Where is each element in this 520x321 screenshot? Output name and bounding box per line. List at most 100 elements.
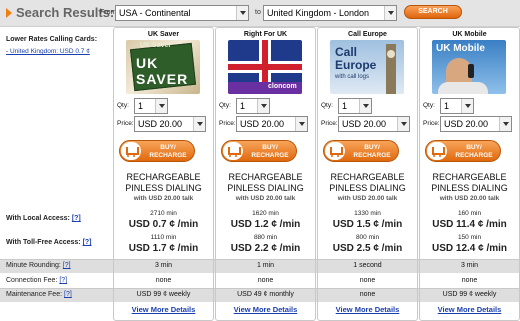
cart-icon [325, 142, 345, 160]
qty-select[interactable]: 1 [338, 98, 372, 114]
card-desc-line2: PINLESS DIALING [431, 183, 508, 193]
view-more-details-link[interactable]: View More Details [419, 305, 520, 314]
card-image-uk-saver[interactable]: UK Saver UK SAVER [126, 40, 200, 94]
person-shirt-shape [438, 82, 488, 94]
buy-recharge-button[interactable]: BUY/ RECHARGE [119, 140, 195, 162]
rounding-value: 1 min [256, 262, 275, 269]
card-title: Right For UK [243, 31, 288, 38]
buy-recharge-button[interactable]: BUY/ RECHARGE [425, 140, 501, 162]
card-desc-line1: RECHARGEABLE [330, 172, 405, 182]
card-image-right-for-uk[interactable]: cloncom [228, 40, 302, 94]
card-desc: RECHARGEABLE PINLESS DIALING [215, 172, 316, 194]
chevron-down-icon[interactable] [193, 117, 205, 131]
tollfree-rate: USD 1.7 ¢ /min [128, 243, 199, 254]
price-select[interactable]: USD 20.00 [338, 116, 410, 132]
chevron-down-icon[interactable] [384, 6, 396, 20]
price-label: Price: [423, 120, 440, 127]
card-title: UK Saver [147, 31, 180, 38]
card-desc-line1: RECHARGEABLE [228, 172, 303, 182]
talk-amount: with USD 20.00 talk [235, 195, 296, 202]
from-label: From [100, 9, 117, 16]
chevron-down-icon[interactable] [499, 117, 511, 131]
chevron-down-icon[interactable] [257, 99, 269, 113]
from-select[interactable]: USA - Continental [115, 5, 249, 21]
rounding-help[interactable]: [?] [63, 262, 71, 269]
local-minutes: 1620 min [252, 210, 279, 217]
tollfree-access-label: With Toll-Free Access: [?] [6, 239, 92, 246]
card-desc: RECHARGEABLE PINLESS DIALING [113, 172, 214, 194]
to-label: to [255, 9, 261, 16]
price-value: USD 20.00 [240, 119, 285, 129]
qty-label: Qty: [117, 102, 129, 109]
arrow-icon [6, 8, 12, 18]
qty-select[interactable]: 1 [236, 98, 270, 114]
view-more-details-link[interactable]: View More Details [215, 305, 316, 314]
rounding-value: 1 second [353, 262, 382, 269]
qty-value: 1 [342, 101, 348, 111]
tollfree-minutes: 880 min [253, 234, 278, 241]
qty-select[interactable]: 1 [440, 98, 474, 114]
buy-recharge-button[interactable]: BUY/ RECHARGE [221, 140, 297, 162]
buy-recharge-label: BUY/ RECHARGE [353, 144, 391, 159]
connection-value: none [461, 277, 478, 284]
chevron-down-icon[interactable] [359, 99, 371, 113]
talk-amount: with USD 20.00 talk [439, 195, 500, 202]
price-select[interactable]: USD 20.00 [440, 116, 512, 132]
cart-icon [427, 142, 447, 160]
maintenance-value: none [359, 291, 376, 298]
tollfree-access-text: With Toll-Free Access: [6, 239, 81, 246]
buy-recharge-label: BUY/ RECHARGE [251, 144, 289, 159]
card-image-text: UK Mobile [436, 43, 485, 54]
maintenance-help[interactable]: [?] [64, 291, 72, 298]
connection-value: none [359, 277, 376, 284]
lower-rates-link-text[interactable]: United Kingdom: USD 0.7 ¢ [10, 48, 90, 55]
rounding-text: Minute Rounding: [6, 262, 61, 269]
chevron-down-icon[interactable] [155, 99, 167, 113]
talk-amount: with USD 20.00 talk [337, 195, 398, 202]
view-more-details-link[interactable]: View More Details [113, 305, 214, 314]
qty-select[interactable]: 1 [134, 98, 168, 114]
price-select[interactable]: USD 20.00 [236, 116, 308, 132]
from-select-value: USA - Continental [119, 8, 191, 18]
tollfree-rate: USD 2.2 ¢ /min [230, 243, 301, 254]
view-more-details-link[interactable]: View More Details [317, 305, 418, 314]
card-desc-line1: RECHARGEABLE [126, 172, 201, 182]
card-title: UK Mobile [452, 31, 487, 38]
card-image-small-text: UK Saver [140, 42, 172, 49]
maintenance-label: Maintenance Fee: [?] [6, 291, 72, 298]
card-image-text-1: Call [335, 45, 358, 59]
card-image-uk-mobile[interactable]: UK Mobile [432, 40, 506, 94]
local-access-help[interactable]: [?] [72, 215, 81, 222]
qty-label: Qty: [423, 102, 435, 109]
chevron-down-icon[interactable] [461, 99, 473, 113]
maintenance-value: USD 99 ¢ weekly [442, 291, 497, 298]
maintenance-value: USD 49 ¢ monthly [237, 291, 294, 298]
tollfree-access-help[interactable]: [?] [83, 239, 92, 246]
maintenance-text: Maintenance Fee: [6, 291, 63, 298]
local-rate: USD 0.7 ¢ /min [128, 219, 199, 230]
price-select[interactable]: USD 20.00 [134, 116, 206, 132]
price-label: Price: [117, 120, 134, 127]
lower-rates-link[interactable]: - United Kingdom: USD 0.7 ¢ [6, 48, 90, 55]
connection-help[interactable]: [?] [59, 277, 67, 284]
chevron-down-icon[interactable] [295, 117, 307, 131]
phone-shape [468, 64, 474, 78]
cart-icon [223, 142, 243, 160]
lower-rates-title: Lower Rates Calling Cards: [6, 36, 98, 43]
qty-label: Qty: [321, 102, 333, 109]
chevron-down-icon[interactable] [397, 117, 409, 131]
buy-recharge-label: BUY/ RECHARGE [149, 144, 187, 159]
card-desc-line2: PINLESS DIALING [227, 183, 304, 193]
tollfree-minutes: 150 min [457, 234, 482, 241]
chevron-down-icon[interactable] [236, 6, 248, 20]
card-image-call-europe[interactable]: Call Europe with call logs [330, 40, 404, 94]
card-desc-line1: RECHARGEABLE [432, 172, 507, 182]
tollfree-rate: USD 12.4 ¢ /min [431, 243, 508, 254]
price-label: Price: [321, 120, 338, 127]
card-image-brand-text: cloncom [268, 83, 297, 90]
local-access-text: With Local Access: [6, 215, 70, 222]
to-select[interactable]: United Kingdom - London [263, 5, 397, 21]
search-button[interactable]: SEARCH [404, 5, 462, 19]
buy-recharge-button[interactable]: BUY/ RECHARGE [323, 140, 399, 162]
to-select-value: United Kingdom - London [267, 8, 370, 18]
